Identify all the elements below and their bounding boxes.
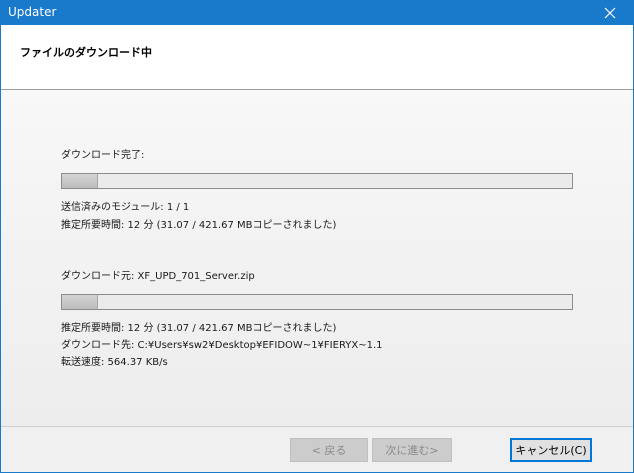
cancel-button[interactable]: キャンセル(C) — [510, 438, 592, 462]
download-source-text: ダウンロード元: XF_UPD_701_Server.zip — [61, 271, 255, 282]
download-destination-text: ダウンロード先: C:¥Users¥sw2¥Desktop¥EFIDOW~1¥F… — [61, 340, 383, 351]
updater-window: Updater ファイルのダウンロード中 ダウンロード完了: 送信済みのモジュー… — [0, 0, 634, 473]
file-progress-fill — [62, 295, 98, 309]
overall-progress-label: ダウンロード完了: — [61, 150, 145, 161]
close-icon — [604, 7, 616, 18]
back-button[interactable]: < 戻る — [290, 438, 368, 462]
window-title: Updater — [8, 5, 57, 19]
file-progress-bar — [61, 294, 573, 310]
button-bar: < 戻る 次に進む> キャンセル(C) — [1, 426, 633, 472]
overall-progress-fill — [62, 174, 98, 188]
next-button[interactable]: 次に進む> — [372, 438, 452, 462]
modules-sent-text: 送信済みのモジュール: 1 / 1 — [61, 202, 190, 213]
content-area: ダウンロード完了: 送信済みのモジュール: 1 / 1 推定所要時間: 12 分… — [1, 90, 633, 426]
overall-progress-bar — [61, 173, 573, 189]
title-bar[interactable]: Updater — [1, 0, 633, 25]
overall-estimated-time-text: 推定所要時間: 12 分 (31.07 / 421.67 MBコピーされました) — [61, 220, 337, 231]
close-button[interactable] — [587, 0, 633, 25]
transfer-speed-text: 転送速度: 564.37 KB/s — [61, 357, 168, 368]
file-estimated-time-text: 推定所要時間: 12 分 (31.07 / 421.67 MBコピーされました) — [61, 323, 337, 334]
page-title: ファイルのダウンロード中 — [20, 46, 152, 59]
header-panel: ファイルのダウンロード中 — [1, 25, 633, 90]
